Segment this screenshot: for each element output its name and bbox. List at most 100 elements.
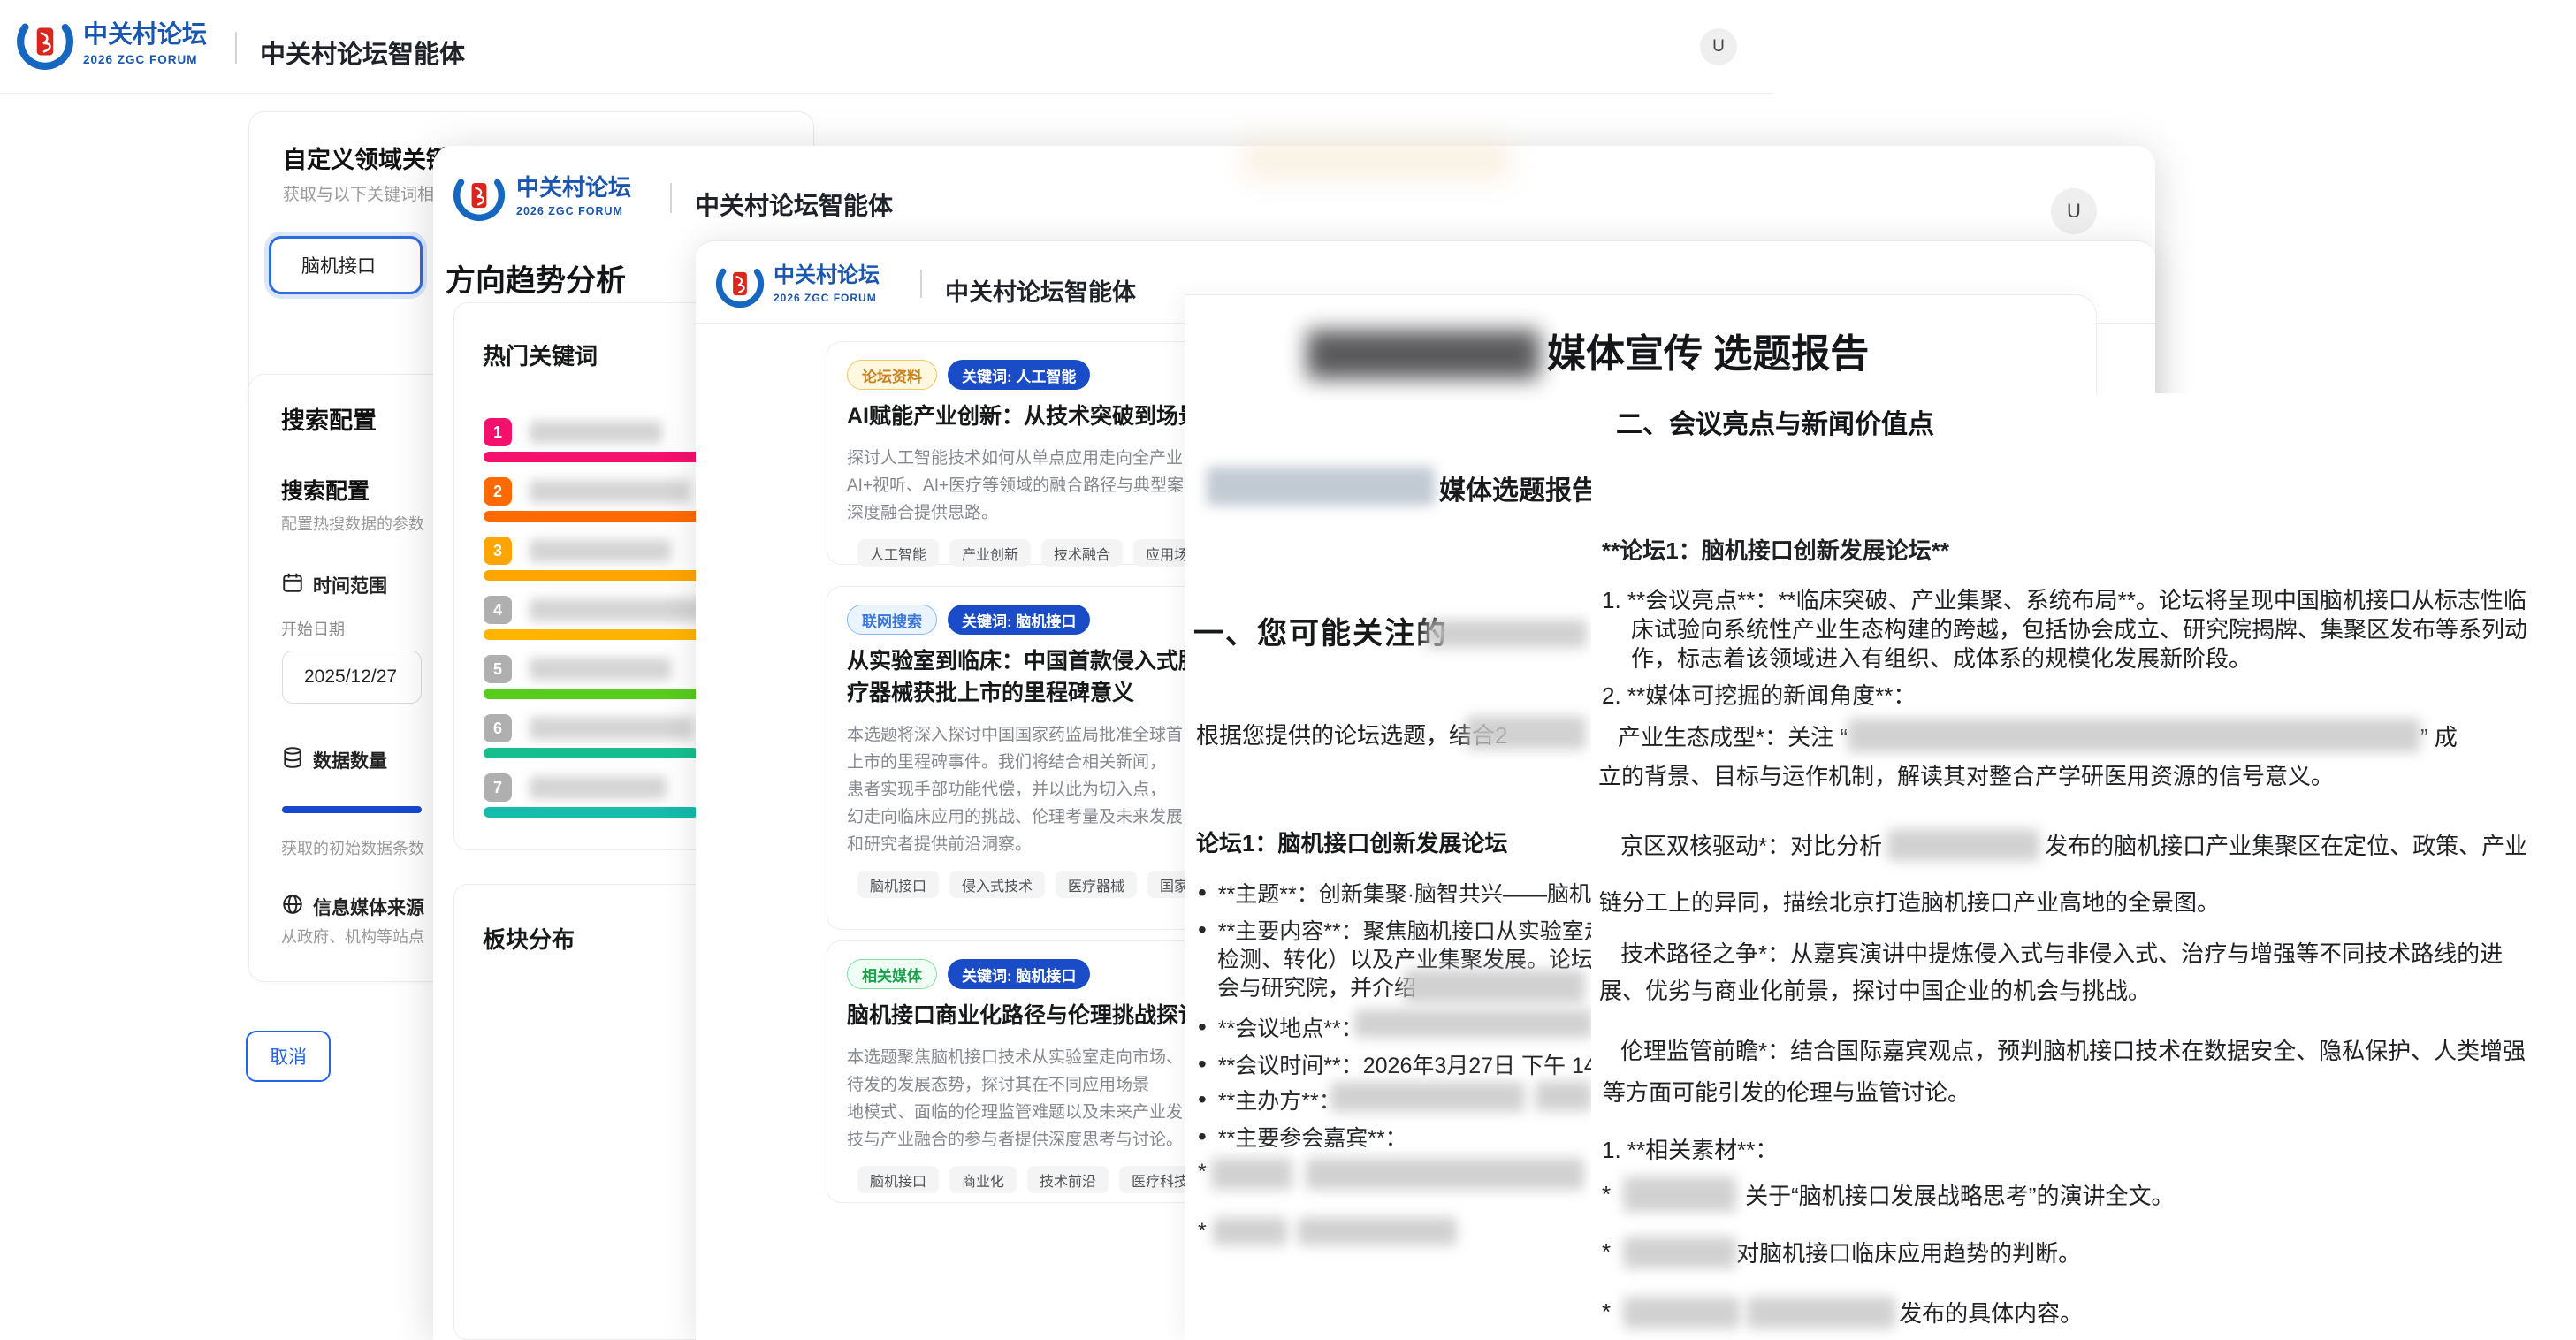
topic-card-bci-clinical[interactable]: 联网搜索 关键词: 脑机接口 从实验室到临床：中国首款侵入式脑机接口医 疗器械获… xyxy=(827,586,1216,930)
zgc-forum-logo-icon xyxy=(715,259,765,308)
star-marker: * xyxy=(1198,1219,1207,1245)
rank-number-badge: 6 xyxy=(484,714,512,742)
redacted-org-1 xyxy=(1623,1297,1740,1329)
rank-number-badge: 2 xyxy=(484,477,512,506)
redacted-host-2 xyxy=(1536,1081,1592,1111)
tag[interactable]: 医疗器械 xyxy=(1056,871,1137,898)
redacted-guest-2a xyxy=(1213,1217,1287,1245)
redacted-region xyxy=(1887,829,2039,861)
redacted-speaker-1 xyxy=(1623,1176,1736,1212)
redacted-title-prefix xyxy=(1307,330,1540,379)
cancel-button[interactable]: 取消 xyxy=(246,1031,331,1082)
forum-1-heading: 论坛1：脑机接口创新发展论坛 xyxy=(1196,826,1507,858)
tag[interactable]: 人工智能 xyxy=(857,539,939,567)
tag[interactable]: 技术前沿 xyxy=(1027,1166,1109,1193)
keyword-input[interactable]: 脑机接口 xyxy=(269,236,423,294)
keyword-badge: 关键词: 脑机接口 xyxy=(948,605,1090,635)
keyword-input-value: 脑机接口 xyxy=(301,252,376,278)
media-source-label: 信息媒体来源 xyxy=(313,894,424,920)
redacted-keyword-label xyxy=(530,421,662,444)
header-divider xyxy=(920,270,922,298)
data-qty-hint: 获取的初始数据条数 xyxy=(281,836,424,859)
start-date-label: 开始日期 xyxy=(281,617,345,640)
topic-card-title: 脑机接口商业化路径与伦理挑战探讨 xyxy=(847,1000,1195,1032)
user-avatar[interactable]: U xyxy=(1700,28,1737,65)
blurred-artifact xyxy=(1245,140,1510,180)
star-marker: * xyxy=(1602,1238,1611,1266)
bullet-host: **主办方**： xyxy=(1218,1084,1341,1115)
angle-dualcore-prefix: 京区双核驱动*：对比分析 xyxy=(1620,828,1882,861)
angle-ethics-cont: 等方面可能引发的伦理与监管讨论。 xyxy=(1603,1075,1970,1108)
topic-card-tags: 人工智能 产业创新 技术融合 应用场景 xyxy=(847,539,1195,567)
rank-number-badge: 1 xyxy=(484,418,512,446)
bullet-dot: • xyxy=(1198,1050,1207,1078)
tag[interactable]: 商业化 xyxy=(949,1166,1017,1193)
tag[interactable]: 脑机接口 xyxy=(857,1166,939,1193)
section-1-heading: 一、您可能关注的 xyxy=(1193,609,1448,652)
header-divider xyxy=(670,183,672,213)
header-divider xyxy=(235,32,237,64)
redacted-guest-2b xyxy=(1298,1217,1457,1245)
redacted-guest-1b xyxy=(1306,1158,1584,1190)
angle-dualcore-suffix: 发布的脑机接口产业集聚区在定位、政策、产业 xyxy=(2045,828,2527,861)
star-marker: * xyxy=(1602,1298,1611,1326)
bullet-dot: • xyxy=(1198,1013,1207,1041)
tag[interactable]: 技术融合 xyxy=(1041,539,1123,567)
angle-ecosystem-prefix: 产业生态成型*：关注 “ xyxy=(1618,719,1848,752)
brand-name: 中关村论坛 xyxy=(516,176,631,200)
highlight-line-3: 作，标志着该领域进入有组织、成体系的规模化发展新阶段。 xyxy=(1631,641,2252,674)
tag[interactable]: 产业创新 xyxy=(949,539,1031,567)
bullet-content-cont2: 会与研究院，并介绍 xyxy=(1217,971,1416,1002)
database-icon xyxy=(281,746,304,773)
tag[interactable]: 侵入式技术 xyxy=(949,871,1045,898)
topic-card-body: 本选题将深入探讨中国国家药监局批准全球首 上市的里程碑事件。我们将结合相关新闻，… xyxy=(847,721,1195,858)
source-badge: 联网搜索 xyxy=(847,605,937,635)
redacted-org xyxy=(1848,719,2420,752)
brand-name: 中关村论坛 xyxy=(83,21,207,47)
bullet-dot: • xyxy=(1198,1123,1207,1151)
time-range-label: 时间范围 xyxy=(313,572,387,598)
rank-number-badge: 3 xyxy=(484,537,512,565)
brand-subtitle: 2026 ZGC FORUM xyxy=(774,292,877,304)
rank-number-badge: 5 xyxy=(484,655,512,683)
rank-bar-fill xyxy=(484,748,698,758)
globe-icon xyxy=(281,893,304,920)
redacted-venue xyxy=(1354,1009,1593,1038)
bullet-time: **会议时间**：2026年3月27日 下午 14:00 xyxy=(1218,1048,1627,1080)
bullet-dot: • xyxy=(1198,916,1207,944)
window-report-doc-right: 二、会议亮点与新闻价值点 **论坛1：脑机接口创新发展论坛** 1. **会议亮… xyxy=(1591,393,2576,1340)
redacted-speaker-2 xyxy=(1623,1237,1736,1268)
bullet-dot: • xyxy=(1198,879,1207,907)
rank-number-badge: 7 xyxy=(484,773,512,802)
news-angles-heading: 2. **媒体可挖掘的新闻角度**： xyxy=(1602,678,1916,711)
start-date-value: 2025/12/27 xyxy=(304,666,397,688)
angle-dualcore-cont: 链分工上的异同，描绘北京打造脑机接口产业高地的全景图。 xyxy=(1599,885,2220,917)
tag[interactable]: 脑机接口 xyxy=(857,871,939,898)
topic-card-tags: 脑机接口 侵入式技术 医疗器械 国家药监局 xyxy=(847,871,1195,898)
calendar-icon xyxy=(281,571,304,598)
bullet-content: **主要内容**：聚焦脑机接口从实验室走向 xyxy=(1218,914,1628,946)
redacted-keyword-label xyxy=(530,539,671,562)
bullet-theme: **主题**：创新集聚·脑智共兴——脑机接口 xyxy=(1218,877,1635,909)
start-date-input[interactable]: 2025/12/27 xyxy=(282,651,422,704)
source-badge: 论坛资料 xyxy=(847,360,937,390)
intro-paragraph: 根据您提供的论坛选题，结合2 xyxy=(1196,718,1507,750)
redacted-keyword-label xyxy=(530,717,694,740)
redacted-intro-suffix xyxy=(1466,716,1586,750)
rank-number-badge: 4 xyxy=(484,596,512,624)
user-avatar[interactable]: U xyxy=(2051,188,2097,234)
rank-bar-fill xyxy=(484,807,698,818)
brand-subtitle: 2026 ZGC FORUM xyxy=(516,205,623,217)
material-2: 对脑机接口临床应用趋势的判断。 xyxy=(1736,1236,2081,1268)
keyword-badge: 关键词: 人工智能 xyxy=(948,360,1090,390)
star-marker: * xyxy=(1198,1160,1207,1185)
topic-card-body: 探讨人工智能技术如何从单点应用走向全产业 AI+视听、AI+医疗等领域的融合路径… xyxy=(847,445,1195,527)
redacted-host-1 xyxy=(1330,1082,1525,1112)
forum-1-heading: **论坛1：脑机接口创新发展论坛** xyxy=(1602,533,1949,566)
topic-card-bci-commercial[interactable]: 相关媒体 关键词: 脑机接口 脑机接口商业化路径与伦理挑战探讨 本选题聚焦脑机接… xyxy=(827,940,1216,1203)
bullet-guests: **主要参会嘉宾**： xyxy=(1218,1121,1407,1153)
topic-card-ai[interactable]: 论坛资料 关键词: 人工智能 AI赋能产业创新：从技术突破到场景落地 探讨人工智… xyxy=(827,341,1216,565)
data-qty-slider[interactable] xyxy=(282,806,422,813)
trend-analysis-heading: 方向趋势分析 xyxy=(446,256,626,300)
zgc-forum-logo-icon xyxy=(16,12,74,71)
